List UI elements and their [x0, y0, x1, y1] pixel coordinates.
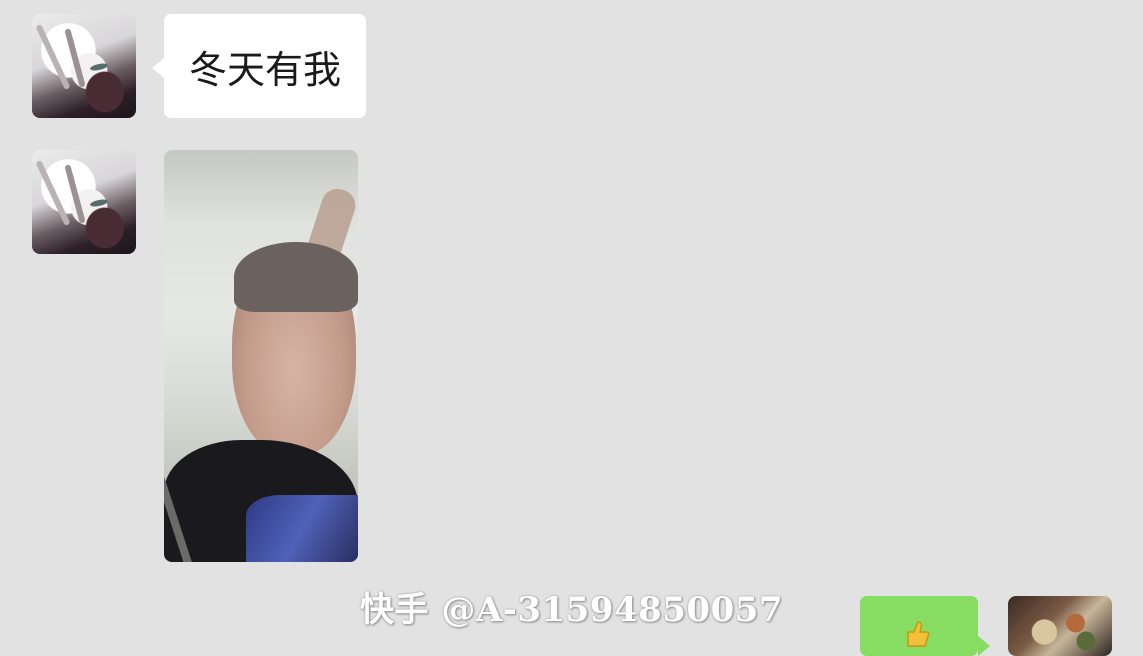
incoming-text-message[interactable]: 冬天有我 — [152, 14, 366, 118]
contact-avatar[interactable] — [32, 150, 136, 254]
kuaishou-watermark: 快手 @A-31594850057 — [360, 590, 784, 630]
message-text: 冬天有我 — [188, 47, 341, 92]
contact-avatar[interactable] — [32, 14, 136, 118]
incoming-image-message[interactable] — [164, 150, 358, 562]
chat-area: 冬天有我 快手 @A-31594850057 — [0, 0, 1143, 656]
outgoing-emoji-message[interactable] — [860, 596, 990, 656]
user-avatar[interactable] — [1008, 596, 1112, 656]
thumbs-up-icon — [907, 621, 930, 647]
